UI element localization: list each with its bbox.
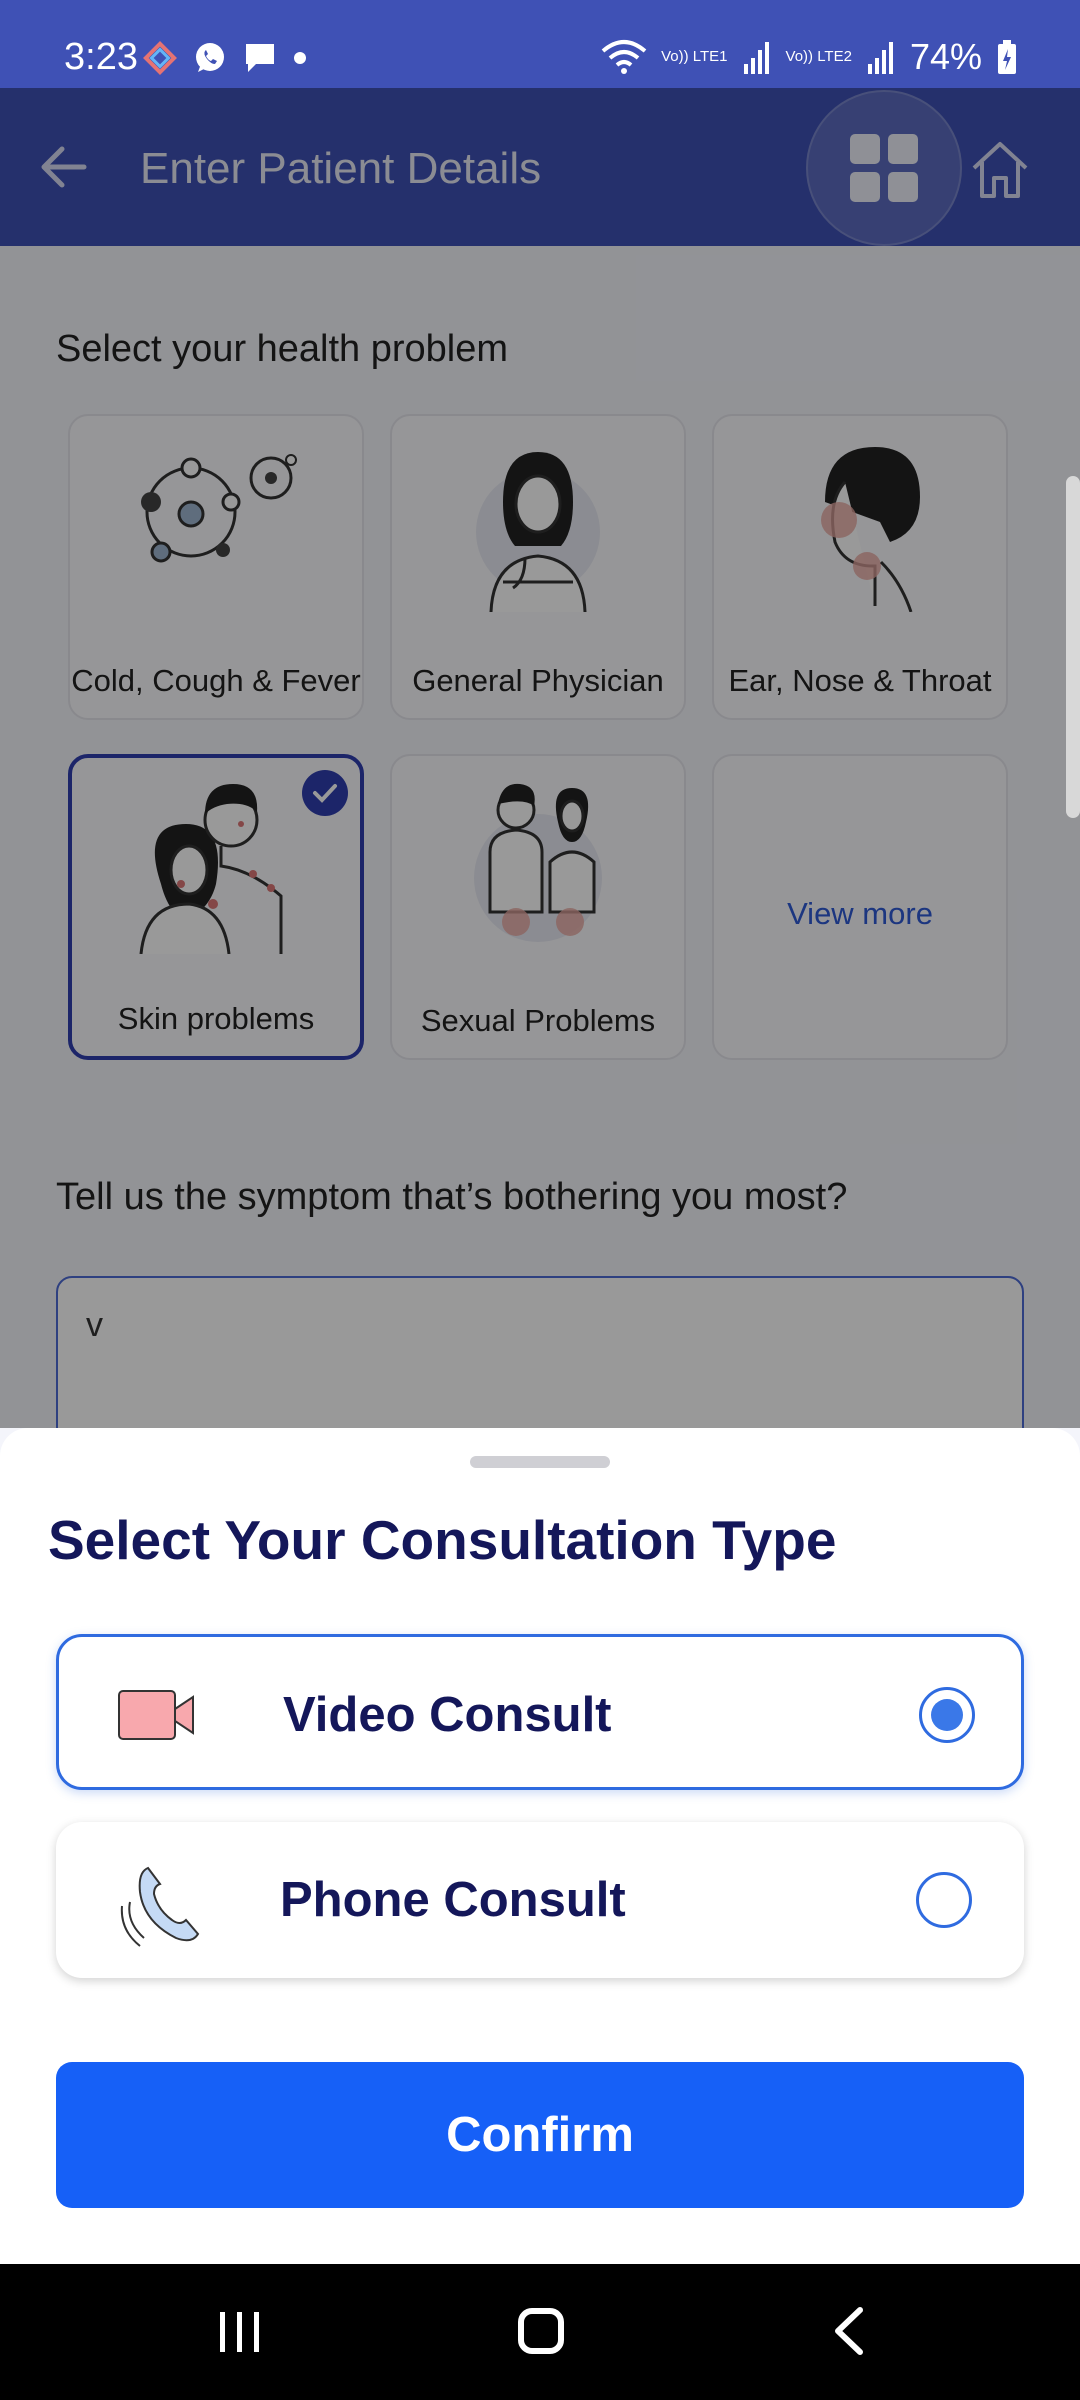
option-label: Video Consult xyxy=(283,1688,612,1742)
sheet-title: Select Your Consultation Type xyxy=(48,1509,837,1571)
status-time: 3:23 xyxy=(64,36,138,78)
option-video-consult[interactable]: Video Consult xyxy=(56,1634,1024,1790)
battery-text: 74% xyxy=(909,36,982,77)
option-label: Phone Consult xyxy=(280,1873,626,1927)
dot-icon xyxy=(294,52,306,64)
phone-icon xyxy=(120,1866,200,1947)
modal-scrim[interactable] xyxy=(0,88,1080,1428)
consultation-type-sheet: Select Your Consultation Type Video Cons… xyxy=(0,1428,1080,2264)
back-nav-icon[interactable] xyxy=(828,2306,868,2356)
recents-icon[interactable] xyxy=(218,2312,262,2352)
battery-icon xyxy=(998,40,1016,74)
app-icon xyxy=(143,41,177,75)
confirm-button[interactable]: Confirm xyxy=(56,2062,1024,2208)
network-label-2: Vo)) LTE2 xyxy=(785,48,852,65)
network-label-1: Vo)) LTE1 xyxy=(661,48,728,65)
scrollbar-thumb[interactable] xyxy=(1066,476,1080,818)
radio-selected-dot xyxy=(931,1699,963,1731)
whatsapp-icon xyxy=(196,43,224,72)
message-icon xyxy=(246,44,274,72)
system-nav-bar xyxy=(0,2264,1080,2400)
status-bar: 3:23 Vo)) LTE1 Vo)) LTE2 74% xyxy=(0,0,1080,88)
wifi-icon xyxy=(601,40,647,74)
radio-video-consult[interactable] xyxy=(919,1687,975,1743)
video-camera-icon xyxy=(118,1690,194,1740)
signal-icon xyxy=(743,42,769,74)
radio-phone-consult[interactable] xyxy=(916,1872,972,1928)
sheet-drag-handle[interactable] xyxy=(470,1456,610,1468)
home-nav-icon[interactable] xyxy=(518,2308,564,2354)
signal-icon xyxy=(867,42,893,74)
option-phone-consult[interactable]: Phone Consult xyxy=(56,1822,1024,1978)
